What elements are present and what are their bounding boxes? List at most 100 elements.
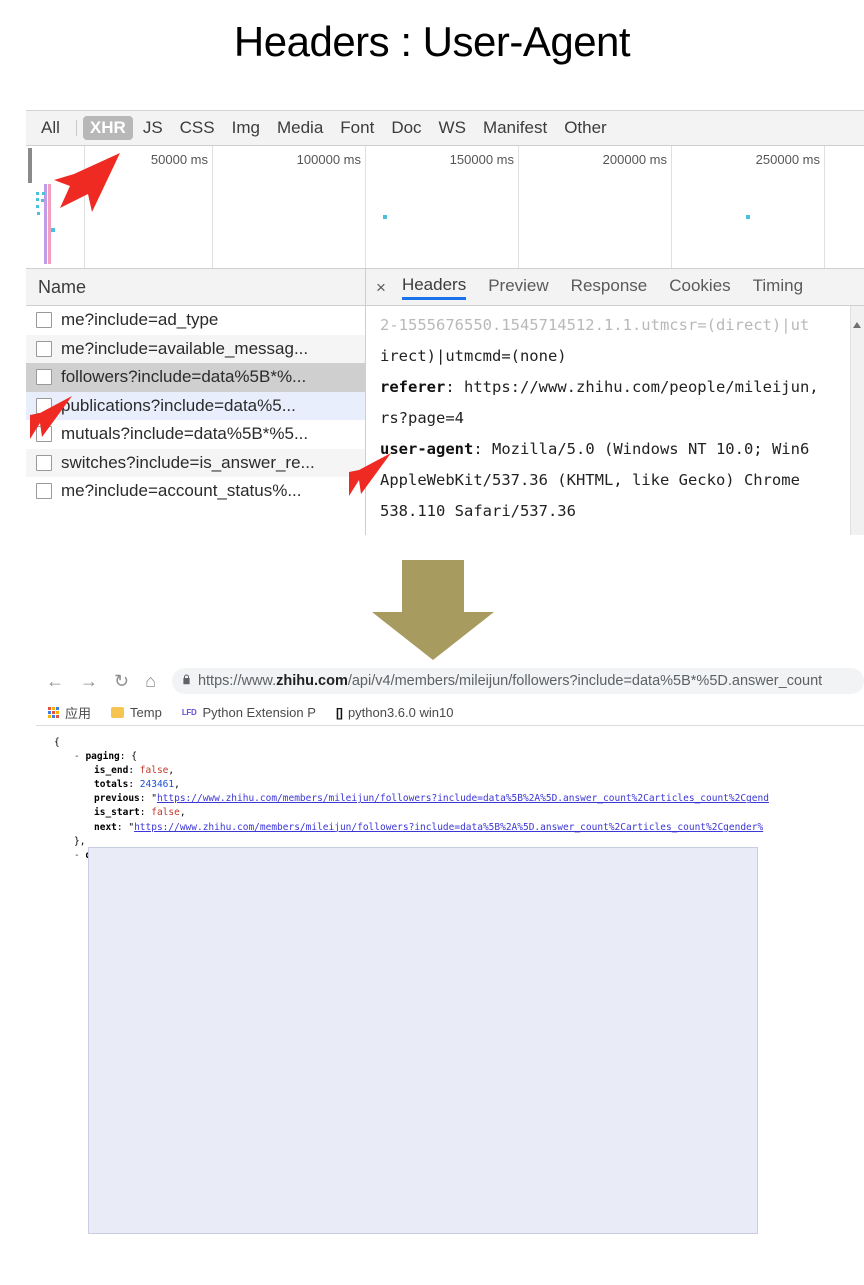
json-value: : <box>139 807 152 819</box>
list-item[interactable]: me?include=ad_type <box>26 306 365 335</box>
page-title: Headers : User-Agent <box>233 18 631 65</box>
json-line: previous: "https://www.zhihu.com/members… <box>54 792 864 806</box>
filter-ws[interactable]: WS <box>432 116 473 140</box>
detail-scrollbar[interactable] <box>850 306 864 535</box>
timeline-dot <box>51 228 55 232</box>
header-value: https://www.zhihu.com/people/mileijun, <box>464 378 819 396</box>
headers-detail-pane[interactable]: 2-1555676550.1545714512.1.1.utmcsr=(dire… <box>366 306 864 535</box>
list-item-selected[interactable]: followers?include=data%5B*%... <box>26 363 365 392</box>
url-prefix: https://www. <box>197 673 277 689</box>
list-item[interactable]: me?include=account_status%... <box>26 477 365 506</box>
checkbox-icon[interactable] <box>36 483 52 500</box>
filter-js[interactable]: JS <box>136 116 170 140</box>
json-value: : " <box>116 821 135 833</box>
panel-header-row: Name × Headers Preview Response Cookies … <box>26 269 864 306</box>
timeline-dot <box>36 205 39 208</box>
timeline-tick-label: 50000 ms <box>150 152 208 167</box>
lfd-icon: LFD <box>181 708 197 717</box>
timeline-gridline <box>365 146 366 268</box>
header-colon: : <box>445 378 464 396</box>
timeline-dot <box>36 192 39 195</box>
data-array-highlight-block <box>88 847 758 1234</box>
bookmark-temp[interactable]: Temp <box>111 705 162 720</box>
json-value: false <box>139 765 169 777</box>
filter-xhr[interactable]: XHR <box>82 116 133 140</box>
filter-doc[interactable]: Doc <box>384 116 428 140</box>
bookmark-python360[interactable]: [] python3.6.0 win10 <box>336 705 454 720</box>
json-value: , <box>168 765 175 777</box>
tab-response[interactable]: Response <box>571 276 648 298</box>
tab-timing[interactable]: Timing <box>753 276 803 298</box>
url-suffix: /api/v4/members/mileijun/followers?inclu… <box>347 673 823 689</box>
filter-manifest[interactable]: Manifest <box>476 116 554 140</box>
request-name: switches?include=is_answer_re... <box>61 452 315 472</box>
checkbox-icon[interactable] <box>36 369 52 386</box>
json-value: : <box>128 779 140 791</box>
json-collapse-toggle[interactable]: - <box>74 850 85 861</box>
close-icon[interactable]: × <box>376 279 386 296</box>
browser-window: ← → ↻ ⌂ https://www.zhihu.com/api/v4/mem… <box>36 662 864 1285</box>
timeline-dot <box>746 215 750 219</box>
tab-headers[interactable]: Headers <box>401 275 467 300</box>
bookmarks-bar[interactable]: 应用 Temp LFD Python Extension P [] python… <box>36 700 864 726</box>
request-type-filter-bar[interactable]: All XHR JS CSS Img Media Font Doc WS Man… <box>26 111 864 146</box>
bookmark-apps[interactable]: 应用 <box>48 703 91 722</box>
json-viewer[interactable]: {- paging: {is_end: false, totals: 243461… <box>36 726 864 1234</box>
tab-cookies[interactable]: Cookies <box>669 276 730 298</box>
home-icon[interactable]: ⌂ <box>145 672 156 690</box>
header-line: 538.110 Safari/537.36 <box>380 502 576 520</box>
bookmark-label: python3.6.0 win10 <box>347 705 454 720</box>
devtools-network-panel: All XHR JS CSS Img Media Font Doc WS Man… <box>26 110 864 548</box>
network-overview-timeline[interactable]: 50000 ms 100000 ms 150000 ms 200000 ms 2… <box>26 146 864 269</box>
bookmark-python-extension[interactable]: LFD Python Extension P <box>182 705 316 720</box>
json-line: is_start: false, <box>54 806 864 820</box>
checkbox-icon[interactable] <box>36 340 52 357</box>
list-item[interactable]: me?include=available_messag... <box>26 334 365 363</box>
json-value: }, <box>74 835 86 847</box>
reload-icon[interactable]: ↻ <box>114 672 129 690</box>
json-value: 243461 <box>139 779 175 791</box>
timeline-gridline <box>518 146 519 268</box>
timeline-tick-label: 250000 ms <box>755 152 820 167</box>
json-line: is_end: false, <box>54 764 864 778</box>
json-value: , <box>174 779 180 791</box>
forward-icon[interactable]: → <box>80 672 98 690</box>
request-name-list[interactable]: me?include=ad_type me?include=available_… <box>26 306 366 535</box>
folder-icon <box>111 707 125 718</box>
filter-all[interactable]: All <box>34 116 67 140</box>
filter-other[interactable]: Other <box>557 116 614 140</box>
json-link[interactable]: https://www.zhihu.com/members/mileijun/f… <box>134 822 763 833</box>
filter-media[interactable]: Media <box>270 116 330 140</box>
lock-icon <box>182 674 191 688</box>
annotation-arrow-xhr <box>54 153 120 212</box>
json-key: next <box>94 821 117 833</box>
filter-css[interactable]: CSS <box>173 116 222 140</box>
json-top-lines: {- paging: {is_end: false, totals: 243461… <box>54 736 864 849</box>
json-value: , <box>179 807 186 819</box>
list-item[interactable]: publications?include=data%5... <box>26 391 365 420</box>
request-name: me?include=account_status%... <box>61 481 302 501</box>
list-item[interactable]: mutuals?include=data%5B*%5... <box>26 420 365 449</box>
back-icon[interactable]: ← <box>46 672 64 690</box>
json-collapse-toggle[interactable]: - <box>74 751 85 762</box>
python-icon: [] <box>335 705 343 720</box>
checkbox-icon[interactable] <box>36 312 52 329</box>
list-item[interactable]: switches?include=is_answer_re... <box>26 448 365 477</box>
detail-tab-bar[interactable]: × Headers Preview Response Cookies Timin… <box>366 269 864 305</box>
filter-separator <box>75 120 77 136</box>
checkbox-icon[interactable] <box>36 454 52 471</box>
address-bar[interactable]: https://www.zhihu.com/api/v4/members/mil… <box>171 668 864 694</box>
json-value: false <box>151 807 180 819</box>
chevron-up-icon[interactable] <box>853 322 861 328</box>
header-line: AppleWebKit/537.36 (KHTML, like Gecko) C… <box>380 471 800 489</box>
url-domain: zhihu.com <box>276 673 348 689</box>
json-link[interactable]: https://www.zhihu.com/members/mileijun/f… <box>157 793 769 804</box>
json-key: is_start <box>94 807 140 819</box>
filter-font[interactable]: Font <box>333 116 381 140</box>
filter-img[interactable]: Img <box>225 116 267 140</box>
name-column-header[interactable]: Name <box>26 269 366 305</box>
json-line: { <box>54 736 864 750</box>
json-line: next: "https://www.zhihu.com/members/mil… <box>54 821 864 835</box>
tab-preview[interactable]: Preview <box>488 276 548 298</box>
flow-down-arrow-icon <box>372 560 494 660</box>
